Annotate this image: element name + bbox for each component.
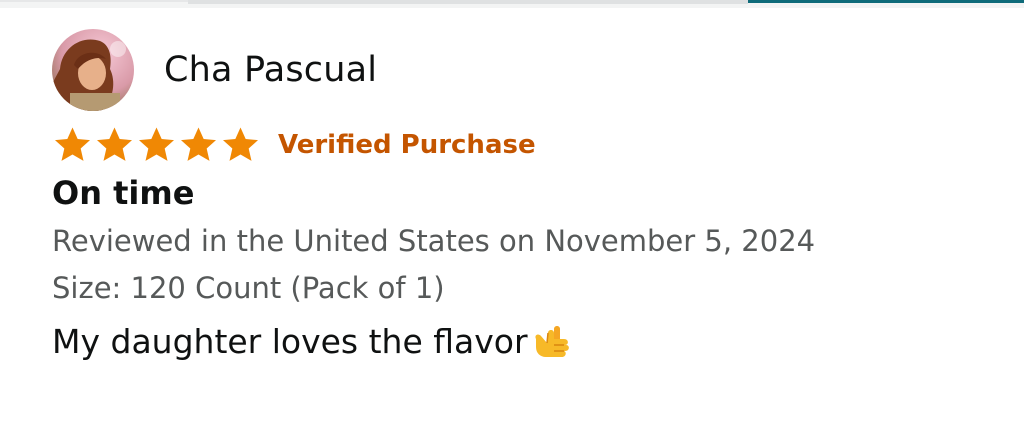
call-me-hand-icon (530, 321, 572, 361)
star-icon (94, 125, 135, 165)
top-divider (0, 0, 1024, 8)
star-rating[interactable] (52, 125, 262, 165)
rating-row: Verified Purchase (52, 124, 992, 166)
avatar-photo-icon (52, 29, 134, 111)
divider-segment (188, 0, 748, 4)
review-body: My daughter loves the flavor (52, 321, 992, 361)
star-icon (220, 125, 261, 165)
review-card: Cha Pascual Verified Purchase On time Re… (52, 28, 992, 361)
active-tab-indicator (748, 0, 1024, 3)
star-icon (52, 125, 93, 165)
review-title: On time (52, 174, 195, 212)
review-text: My daughter loves the flavor (52, 321, 528, 361)
reviewer-profile[interactable]: Cha Pascual (52, 28, 992, 112)
star-icon (136, 125, 177, 165)
product-variant: Size: 120 Count (Pack of 1) (52, 271, 445, 305)
divider-segment (0, 0, 188, 2)
star-icon (178, 125, 219, 165)
verified-purchase-badge: Verified Purchase (278, 130, 536, 160)
avatar[interactable] (52, 29, 134, 111)
review-date: Reviewed in the United States on Novembe… (52, 224, 816, 258)
reviewer-name[interactable]: Cha Pascual (164, 50, 377, 90)
